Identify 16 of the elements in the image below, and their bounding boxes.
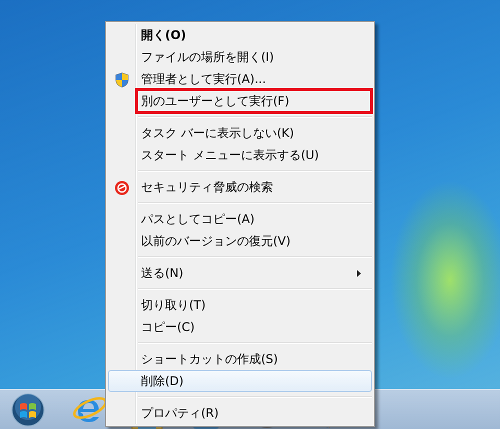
shield-icon [114,72,130,88]
menu-item[interactable]: 開く(O) [108,24,372,46]
menu-item[interactable]: 管理者として実行(A)... [108,68,372,90]
menu-item[interactable]: 切り取り(T) [108,294,372,316]
menu-item[interactable]: 別のユーザーとして実行(F) [108,90,372,112]
menu-item[interactable]: 削除(D) [108,370,372,392]
menu-item[interactable]: セキュリティ脅威の検索 [108,176,372,198]
menu-item[interactable]: コピー(C) [108,316,372,338]
menu-item[interactable]: 送る(N) [108,262,372,284]
menu-item[interactable]: パスとしてコピー(A) [108,208,372,230]
menu-item[interactable]: ショートカットの作成(S) [108,348,372,370]
security-icon [114,180,130,196]
menu-item[interactable]: ファイルの場所を開く(I) [108,46,372,68]
menu-item[interactable]: スタート メニューに表示する(U) [108,144,372,166]
menu-item[interactable]: タスク バーに表示しない(K) [108,122,372,144]
menu-item[interactable]: 以前のバージョンの復元(V) [108,230,372,252]
